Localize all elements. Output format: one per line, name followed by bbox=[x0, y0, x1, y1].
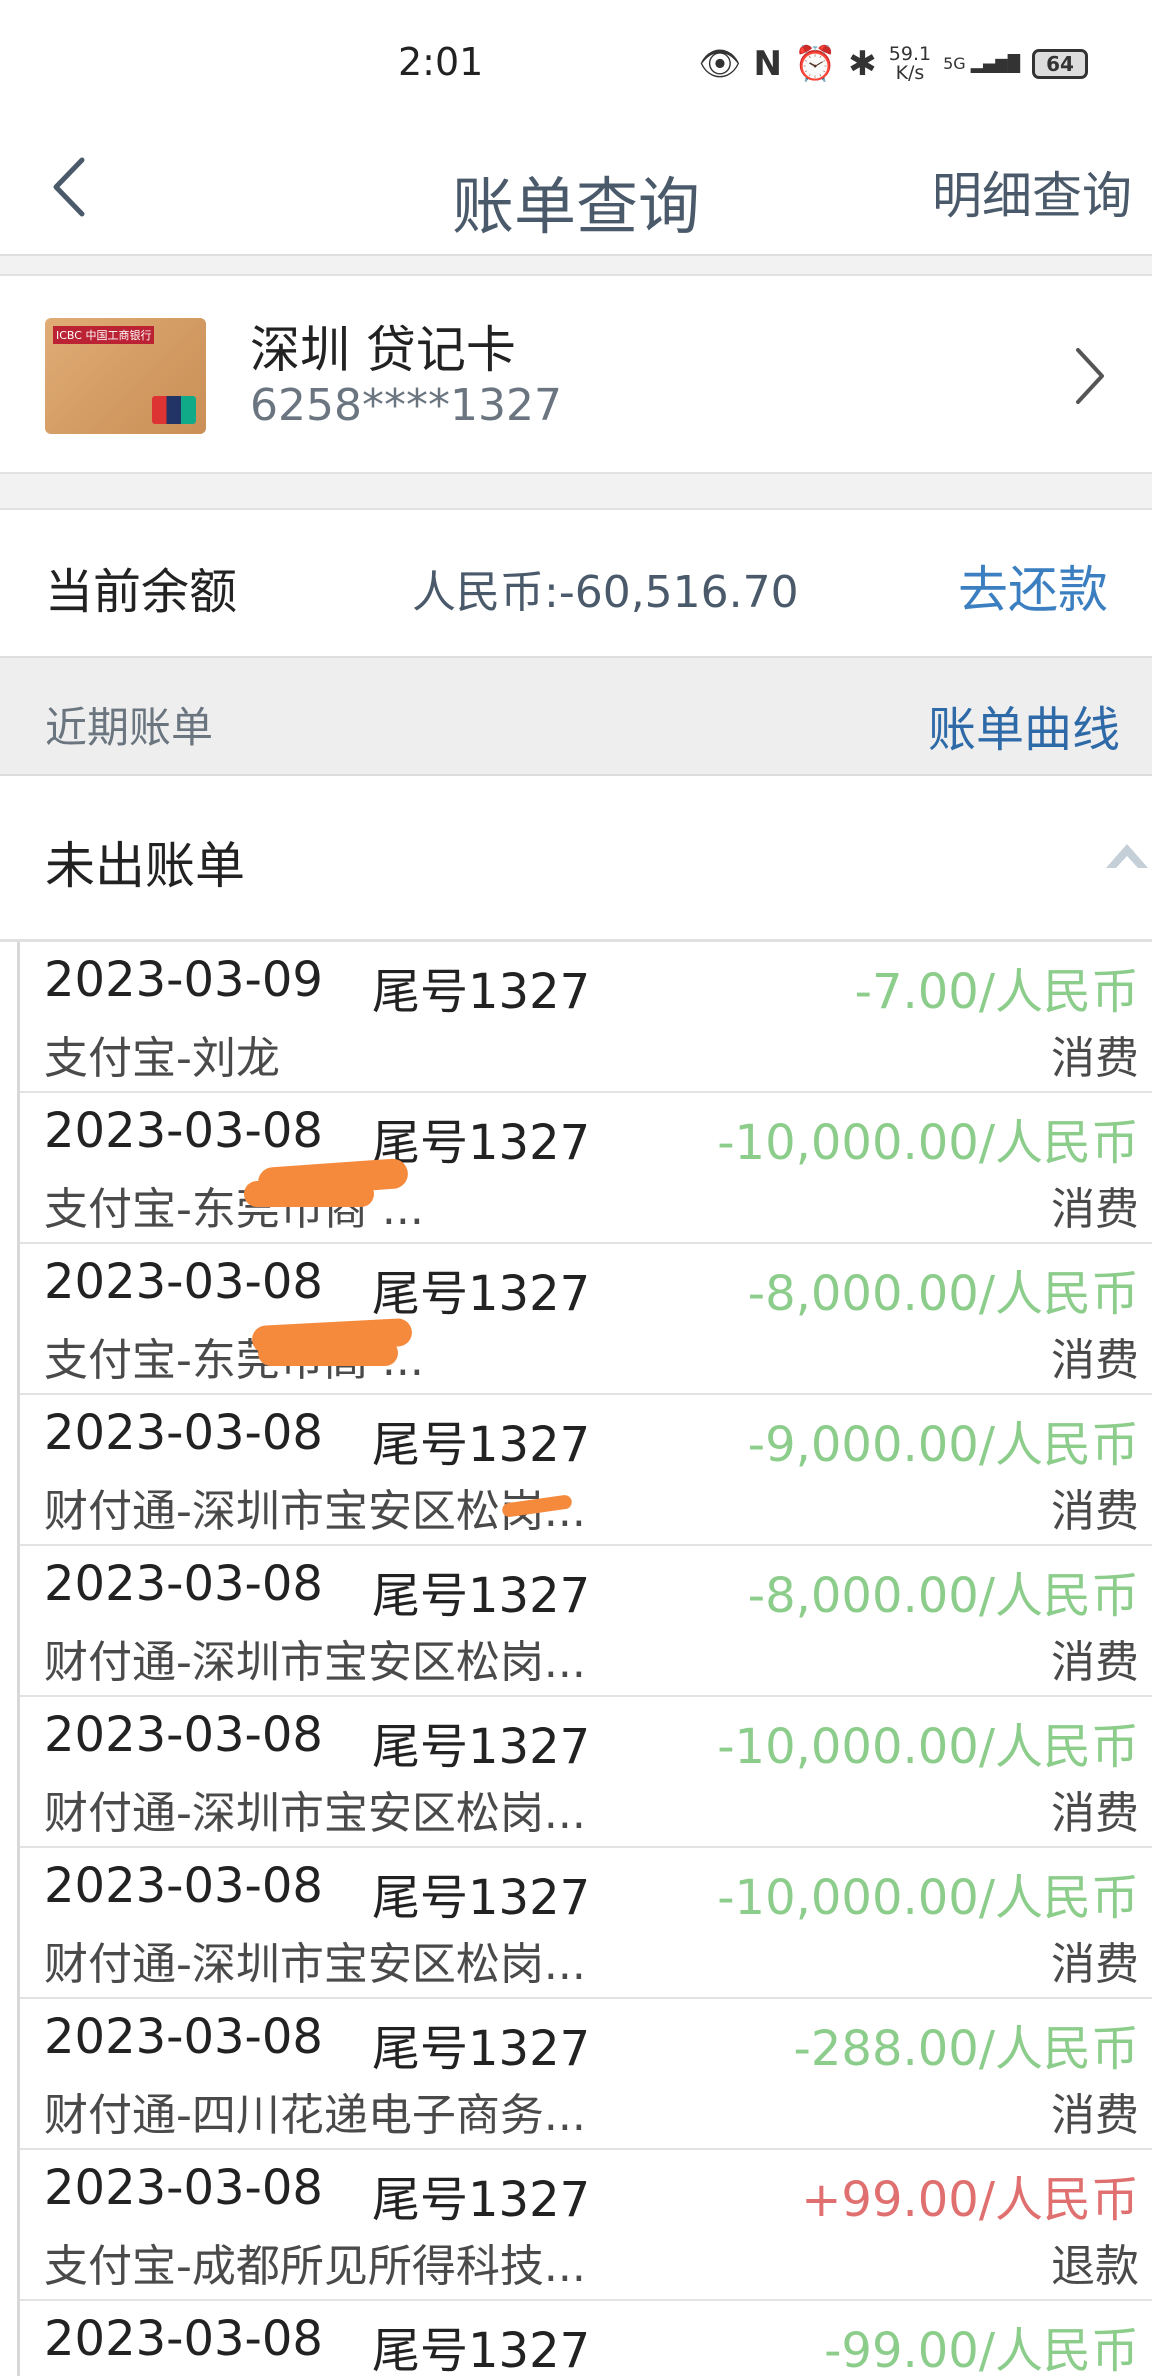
transaction-type: 消费 bbox=[1051, 2090, 1139, 2141]
transaction-type: 消费 bbox=[1051, 1486, 1139, 1537]
transaction-merchant: 财付通-深圳市宝安区松岗... bbox=[44, 1788, 586, 1839]
transaction-date: 2023-03-09 bbox=[44, 952, 323, 1008]
transaction-amount: -99.00/人民币 bbox=[824, 2323, 1139, 2376]
transaction-date: 2023-03-08 bbox=[44, 1707, 323, 1763]
section-divider bbox=[0, 256, 1152, 274]
transaction-date: 2023-03-08 bbox=[44, 1103, 323, 1159]
transaction-row[interactable]: 2023-03-09 尾号1327 -7.00/人民币 支付宝-刘龙 消费 bbox=[20, 942, 1152, 1093]
transaction-type: 退款 bbox=[1051, 2241, 1139, 2292]
repay-button[interactable]: 去还款 bbox=[958, 550, 1108, 622]
transaction-merchant: 财付通-深圳市宝安区松岗... bbox=[44, 1939, 586, 1990]
transaction-amount: -10,000.00/人民币 bbox=[717, 1115, 1139, 1171]
transaction-type: 消费 bbox=[1051, 1184, 1139, 1235]
status-time: 2:01 bbox=[398, 40, 484, 84]
balance-row: 当前余额 人民币:-60,516.70 去还款 bbox=[0, 508, 1152, 658]
transaction-merchant: 财付通-深圳市宝安区松岗... bbox=[44, 1637, 586, 1688]
transaction-amount: -7.00/人民币 bbox=[854, 964, 1139, 1020]
section-divider bbox=[0, 474, 1152, 508]
transaction-merchant: 支付宝-成都所见所得科技... bbox=[44, 2241, 586, 2292]
transaction-merchant: 财付通-四川花递电子商务... bbox=[44, 2090, 586, 2141]
transaction-type: 消费 bbox=[1051, 1033, 1139, 1084]
transaction-row[interactable]: 2023-03-08 尾号1327 -10,000.00/人民币 支付宝-东莞市… bbox=[20, 1093, 1152, 1244]
bank-logo: ICBC 中国工商银行 bbox=[53, 326, 155, 344]
chevron-up-icon[interactable] bbox=[1102, 836, 1152, 872]
transaction-amount: -288.00/人民币 bbox=[793, 2021, 1139, 2077]
transaction-row[interactable]: 2023-03-08 尾号1327 -10,000.00/人民币 财付通-深圳市… bbox=[20, 1848, 1152, 1999]
transaction-row[interactable]: 2023-03-08 尾号1327 -288.00/人民币 财付通-四川花递电子… bbox=[20, 1999, 1152, 2150]
redaction-mark bbox=[258, 1340, 398, 1366]
transaction-card-tail: 尾号1327 bbox=[372, 964, 591, 1020]
transaction-card-tail: 尾号1327 bbox=[372, 2323, 591, 2376]
transaction-type: 消费 bbox=[1051, 1939, 1139, 1990]
transaction-row[interactable]: 2023-03-08 尾号1327 -10,000.00/人民币 财付通-深圳市… bbox=[20, 1697, 1152, 1848]
transaction-amount: -8,000.00/人民币 bbox=[747, 1568, 1139, 1624]
transaction-amount: -10,000.00/人民币 bbox=[717, 1719, 1139, 1775]
transaction-amount: +99.00/人民币 bbox=[801, 2172, 1139, 2228]
balance-label: 当前余额 bbox=[45, 564, 238, 620]
card-number: 6258****1327 bbox=[250, 380, 562, 431]
balance-value: 人民币:-60,516.70 bbox=[412, 567, 799, 618]
status-bar: 2:01 👁 N ⏰ ✱ 59.1 K/s 5G ▂▄▆█ 64 bbox=[0, 0, 1152, 130]
transaction-row[interactable]: 2023-03-08 尾号1327 -99.00/人民币 bbox=[20, 2301, 1152, 2376]
signal-icon: 5G ▂▄▆█ bbox=[943, 54, 1020, 73]
transaction-row[interactable]: 2023-03-08 尾号1327 -9,000.00/人民币 财付通-深圳市宝… bbox=[20, 1395, 1152, 1546]
transaction-card-tail: 尾号1327 bbox=[372, 2021, 591, 2077]
nav-bar: 账单查询 明细查询 bbox=[0, 130, 1152, 256]
transaction-date: 2023-03-08 bbox=[44, 2160, 323, 2216]
transaction-date: 2023-03-08 bbox=[44, 1254, 323, 1310]
eye-icon: 👁 bbox=[698, 44, 742, 84]
bill-curve-link[interactable]: 账单曲线 bbox=[928, 690, 1120, 760]
transaction-row[interactable]: 2023-03-08 尾号1327 -8,000.00/人民币 支付宝-东莞市高… bbox=[20, 1244, 1152, 1395]
battery-icon: 64 bbox=[1032, 49, 1088, 79]
status-icons: 👁 N ⏰ ✱ 59.1 K/s 5G ▂▄▆█ 64 bbox=[698, 44, 1088, 84]
unbilled-section-header[interactable]: 未出账单 bbox=[0, 776, 1152, 942]
recent-bills-label: 近期账单 bbox=[45, 703, 214, 752]
transaction-type: 消费 bbox=[1051, 1788, 1139, 1839]
transaction-type: 消费 bbox=[1051, 1335, 1139, 1386]
transaction-list: 2023-03-09 尾号1327 -7.00/人民币 支付宝-刘龙 消费 20… bbox=[17, 942, 1152, 2376]
transaction-merchant: 支付宝-刘龙 bbox=[44, 1033, 280, 1084]
transaction-card-tail: 尾号1327 bbox=[372, 1719, 591, 1775]
unionpay-logo bbox=[152, 396, 196, 424]
detail-query-link[interactable]: 明细查询 bbox=[932, 156, 1132, 228]
transaction-amount: -10,000.00/人民币 bbox=[717, 1870, 1139, 1926]
transaction-date: 2023-03-08 bbox=[44, 2311, 323, 2367]
transaction-card-tail: 尾号1327 bbox=[372, 1266, 591, 1322]
transaction-date: 2023-03-08 bbox=[44, 1858, 323, 1914]
transaction-type: 消费 bbox=[1051, 1637, 1139, 1688]
net-speed: 59.1 K/s bbox=[888, 43, 932, 84]
transaction-amount: -8,000.00/人民币 bbox=[747, 1266, 1139, 1322]
card-selector[interactable]: ICBC 中国工商银行 深圳 贷记卡 6258****1327 bbox=[0, 274, 1152, 474]
chevron-right-icon bbox=[1076, 348, 1104, 404]
transaction-card-tail: 尾号1327 bbox=[372, 1870, 591, 1926]
bluetooth-icon: ✱ bbox=[848, 44, 877, 84]
recent-bills-header: 近期账单 账单曲线 bbox=[0, 658, 1152, 776]
transaction-amount: -9,000.00/人民币 bbox=[747, 1417, 1139, 1473]
transaction-card-tail: 尾号1327 bbox=[372, 1568, 591, 1624]
transaction-card-tail: 尾号1327 bbox=[372, 1417, 591, 1473]
unbilled-label: 未出账单 bbox=[45, 837, 245, 895]
card-name: 深圳 贷记卡 bbox=[250, 321, 516, 379]
card-image: ICBC 中国工商银行 bbox=[45, 318, 206, 434]
transaction-card-tail: 尾号1327 bbox=[372, 1115, 591, 1171]
redaction-mark bbox=[244, 1181, 374, 1207]
transaction-card-tail: 尾号1327 bbox=[372, 2172, 591, 2228]
transaction-row[interactable]: 2023-03-08 尾号1327 +99.00/人民币 支付宝-成都所见所得科… bbox=[20, 2150, 1152, 2301]
alarm-icon: ⏰ bbox=[793, 44, 837, 84]
transaction-date: 2023-03-08 bbox=[44, 1405, 323, 1461]
nfc-icon: N bbox=[753, 44, 782, 84]
transaction-row[interactable]: 2023-03-08 尾号1327 -8,000.00/人民币 财付通-深圳市宝… bbox=[20, 1546, 1152, 1697]
transaction-date: 2023-03-08 bbox=[44, 2009, 323, 2065]
transaction-date: 2023-03-08 bbox=[44, 1556, 323, 1612]
